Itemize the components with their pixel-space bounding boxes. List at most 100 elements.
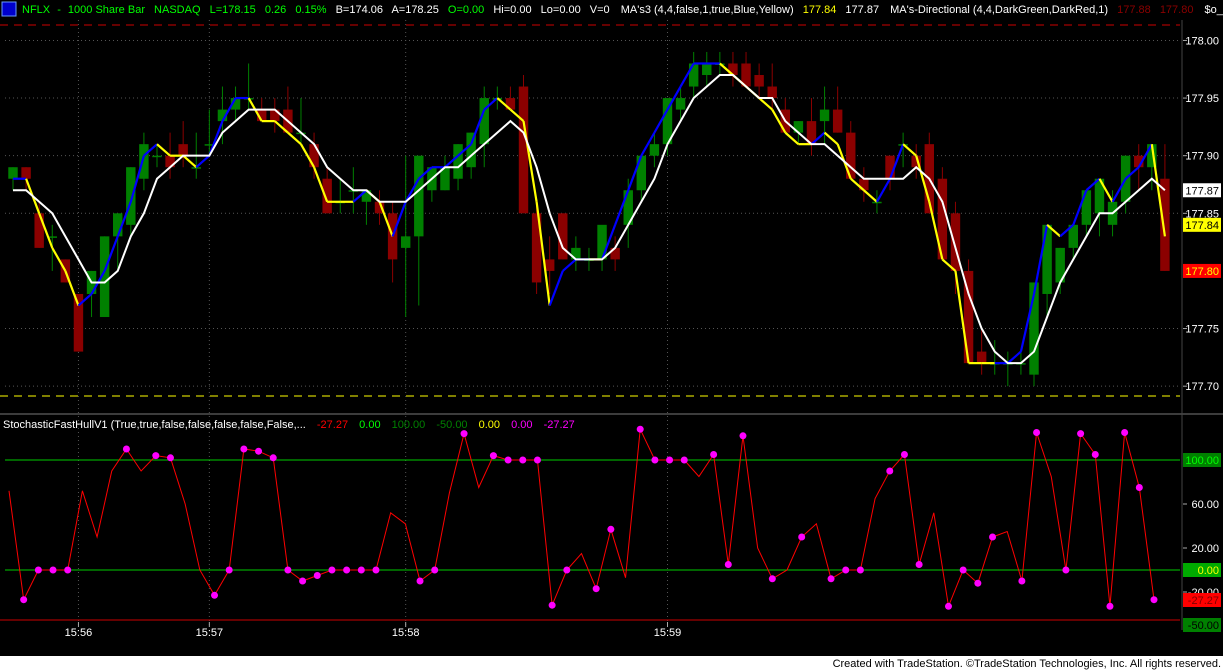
price-tick-label: 177.70: [1185, 381, 1219, 393]
header-madir-v1: 177.88: [1117, 4, 1151, 16]
stoch-marker: [827, 575, 835, 583]
stoch-marker: [666, 456, 674, 464]
header-volume: V=0: [590, 4, 610, 16]
candle-body: [191, 167, 201, 169]
stoch-tick-label: 20.00: [1191, 543, 1219, 555]
candle-body: [767, 86, 777, 99]
time-tick-label: 15:59: [654, 627, 682, 639]
stoch-marker: [1018, 577, 1026, 585]
candle-body: [649, 144, 660, 156]
candle-body: [1160, 178, 1170, 271]
indicator-v4: -50.00: [436, 419, 467, 431]
ma-white-line: [13, 74, 1166, 365]
stoch-marker: [122, 445, 130, 453]
header-bar: NFLX - 1000 Share Bar NASDAQ L=178.15 0.…: [1, 1, 1223, 17]
stoch-marker: [651, 456, 659, 464]
ma3-segment: [287, 131, 302, 145]
candle-body: [1081, 190, 1092, 225]
candle-body: [139, 144, 149, 179]
indicator-label: StochasticFastHullV1 (True,true,false,fa…: [3, 419, 306, 431]
stoch-line: [8, 427, 1155, 609]
price-tick-label: 177.90: [1185, 151, 1219, 163]
stoch-marker: [900, 451, 908, 458]
price-axis: 178.00177.95177.90177.85177.75177.70177.…: [1183, 35, 1221, 393]
stoch-marker: [1121, 429, 1129, 436]
candle-body: [518, 86, 529, 214]
candle-body: [976, 351, 987, 364]
stoch-marker: [1077, 430, 1085, 438]
candle-body: [414, 155, 424, 237]
stoch-marker: [944, 602, 952, 610]
candle-body: [754, 75, 764, 87]
header-ask: A=178.25: [391, 4, 438, 16]
stoch-marker: [915, 561, 923, 568]
stoch-marker: [49, 566, 57, 574]
stoch-marker: [959, 566, 967, 574]
stoch-marker: [592, 585, 600, 593]
header-bid: B=174.06: [336, 4, 383, 16]
ma3-segment: [784, 131, 800, 145]
price-marker-label: 177.87: [1185, 185, 1219, 197]
indicator-v3: 100.00: [392, 419, 426, 431]
header-madir-v2: 177.80: [1160, 4, 1194, 16]
candle-body: [34, 213, 44, 248]
candle-body: [309, 144, 319, 168]
candle-body: [702, 63, 712, 76]
stoch-marker: [636, 425, 644, 433]
candles: [8, 51, 1170, 387]
candle-body: [688, 63, 699, 87]
candle-body: [126, 167, 136, 225]
chart-canvas: NFLX - 1000 Share Bar NASDAQ L=178.15 0.…: [0, 1, 1223, 639]
stoch-marker: [856, 566, 864, 574]
stoch-marker: [533, 456, 541, 464]
price-tick-label: 177.75: [1185, 324, 1219, 336]
header-low: Lo=0.00: [541, 4, 581, 16]
stoch-marker: [372, 566, 380, 574]
header-interval: 1000 Share Bar: [68, 4, 145, 16]
time-tick-label: 15:58: [392, 627, 420, 639]
price-marker-label: 177.84: [1185, 220, 1219, 232]
time-axis: 15:56 15:57 15:58 15:59: [65, 622, 682, 639]
ma3-segment: [902, 143, 917, 157]
header-ma3-v2: 177.87: [845, 4, 879, 16]
footer-text: Created with TradeStation. ©TradeStation…: [832, 658, 1221, 670]
candle-body: [597, 224, 607, 260]
ma3-segment: [156, 143, 171, 157]
candle-body: [453, 144, 463, 179]
symbol-icon[interactable]: [1, 1, 17, 17]
stoch-marker: [724, 561, 732, 568]
stoch-marker: [431, 566, 439, 574]
stoch-marker: [328, 566, 336, 574]
header-last: L=178.15: [210, 4, 256, 16]
footer: Created with TradeStation. ©TradeStation…: [0, 656, 1223, 672]
ma3-segment: [863, 189, 878, 203]
stoch-marker: [460, 430, 468, 438]
stoch-marker: [64, 566, 72, 574]
stoch-marker: [284, 566, 292, 574]
stoch-marker: [225, 566, 233, 574]
stoch-marker: [739, 432, 747, 440]
stoch-marker: [313, 572, 321, 579]
indicator-v7: -27.27: [544, 419, 575, 431]
candle-body: [8, 167, 18, 179]
stoch-tick-label: -27.27: [1188, 595, 1219, 607]
stoch-marker: [798, 533, 806, 541]
header-madir-label: MA's-Directional (4,4,DarkGreen,DarkRed,…: [890, 4, 1108, 16]
stoch-marker: [166, 454, 174, 462]
header-ma3-v1: 177.84: [803, 4, 837, 16]
stoch-marker: [519, 456, 527, 464]
svg-text:StochasticFastHullV1 (True,tru: StochasticFastHullV1 (True,true,false,fa…: [3, 419, 575, 431]
header-extra: $o_Battll ...: [1205, 4, 1223, 16]
price-marker-label: 177.80: [1185, 266, 1219, 278]
stoch-marker: [886, 467, 894, 475]
indicator-v5: 0.00: [479, 419, 500, 431]
stoch-marker: [974, 579, 982, 587]
indicator-v2: 0.00: [359, 419, 380, 431]
header-dash: -: [57, 4, 61, 16]
candle-body: [400, 236, 411, 248]
candle-body: [636, 155, 647, 191]
stoch-marker: [152, 452, 160, 460]
stoch-marker: [20, 596, 28, 604]
ma3-segment: [823, 131, 839, 145]
stoch-marker: [34, 566, 42, 574]
